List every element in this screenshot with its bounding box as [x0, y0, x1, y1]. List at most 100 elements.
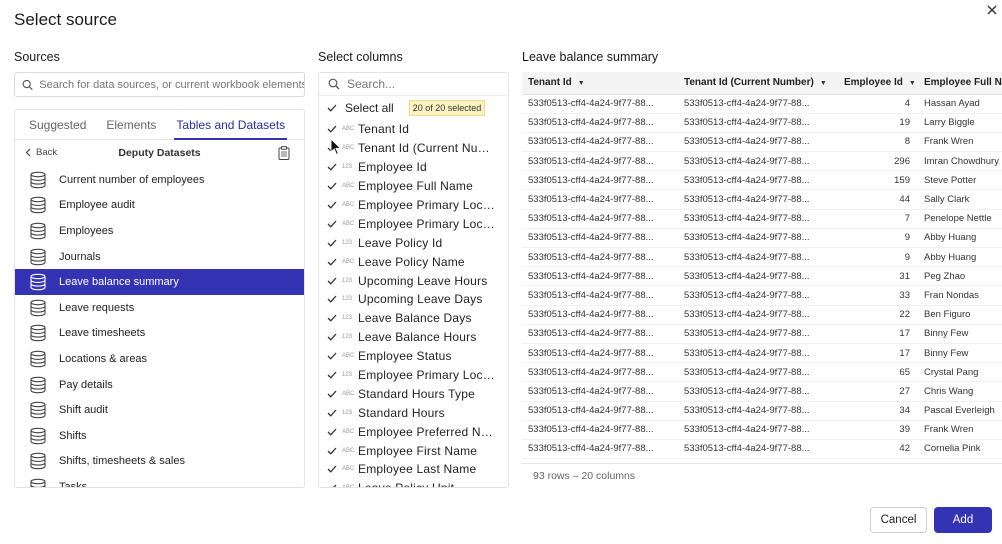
table-cell: 533f0513-cff4-4a24-9f77-88...: [678, 228, 838, 249]
column-item[interactable]: 123 Standard Hours: [319, 403, 508, 422]
table-cell: 533f0513-cff4-4a24-9f77-88...: [678, 247, 838, 268]
column-type-icon: ABC: [342, 466, 355, 473]
table-row: 533f0513-cff4-4a24-9f77-88... 533f0513-cf…: [522, 343, 1002, 364]
table-cell: 533f0513-cff4-4a24-9f77-88...: [678, 94, 838, 114]
check-icon: [327, 330, 337, 344]
dataset-item[interactable]: Employees: [15, 218, 304, 244]
add-button[interactable]: Add: [934, 507, 992, 533]
table-cell: 533f0513-cff4-4a24-9f77-88...: [678, 266, 838, 287]
column-header[interactable]: Tenant Id (Current Number) ▼: [678, 72, 838, 95]
dataset-item[interactable]: Leave timesheets: [15, 321, 304, 347]
column-item[interactable]: 123 Leave Balance Days: [319, 309, 508, 328]
dataset-item[interactable]: Shifts, timesheets & sales: [15, 449, 304, 475]
column-item[interactable]: 123 Upcoming Leave Days: [319, 290, 508, 309]
preview-heading: Leave balance summary: [522, 50, 659, 64]
column-item[interactable]: ABCLeave Policy Unit: [319, 479, 508, 487]
column-name: Employee Status: [358, 349, 452, 364]
table-cell: 34: [838, 401, 918, 421]
close-icon[interactable]: [984, 2, 1000, 18]
dataset-item[interactable]: Shifts: [15, 423, 304, 449]
dataset-item[interactable]: Current number of employees: [15, 167, 304, 193]
column-item[interactable]: ABC Employee Primary Location: [319, 214, 508, 233]
dataset-item[interactable]: Employee audit: [15, 193, 304, 219]
column-item[interactable]: ABC Leave Policy Name: [319, 252, 508, 271]
check-icon: [327, 406, 337, 420]
columns-search-input[interactable]: [347, 77, 497, 91]
column-item[interactable]: 123 Leave Balance Hours: [319, 328, 508, 347]
table-cell: 533f0513-cff4-4a24-9f77-88...: [678, 189, 838, 210]
check-icon: [327, 141, 337, 155]
source-tabs: Suggested Elements Tables and Datasets: [15, 110, 304, 140]
column-item[interactable]: ABC Employee Full Name: [319, 177, 508, 196]
column-item[interactable]: 123 Employee Id: [319, 158, 508, 177]
table-cell: 533f0513-cff4-4a24-9f77-88...: [678, 343, 838, 364]
dataset-item[interactable]: Leave balance summary: [15, 269, 304, 295]
table-cell: 533f0513-cff4-4a24-9f77-88...: [522, 305, 678, 325]
table-cell: Pascal Everleigh: [918, 401, 1002, 421]
dataset-item[interactable]: Journals: [15, 244, 304, 270]
column-type-icon: ABC: [342, 353, 355, 360]
cancel-button[interactable]: Cancel: [870, 507, 927, 533]
dataset-item[interactable]: Tasks: [15, 474, 304, 487]
chevron-left-icon: [25, 148, 31, 157]
column-item[interactable]: ABC Employee First Name: [319, 441, 508, 460]
column-item[interactable]: ABC Employee Preferred Name: [319, 422, 508, 441]
column-header[interactable]: Employee Full Name: [918, 72, 1002, 95]
caret-down-icon[interactable]: ▼: [578, 80, 585, 87]
check-icon: [327, 368, 337, 382]
table-row: 533f0513-cff4-4a24-9f77-88... 533f0513-cf…: [522, 439, 1002, 460]
table-cell: Binny Few: [918, 324, 1002, 344]
tab-tables-and-datasets[interactable]: Tables and Datasets: [168, 110, 293, 140]
column-item[interactable]: ABC Employee Status: [319, 347, 508, 366]
preview-table-container[interactable]: Tenant Id ▼ Tenant Id (Current Number) ▼ Emp…: [522, 72, 1002, 464]
table-cell: 533f0513-cff4-4a24-9f77-88...: [522, 401, 678, 421]
table-row: 533f0513-cff4-4a24-9f77-88... 533f0513-cf…: [522, 324, 1002, 344]
select-all-label: Select all: [345, 101, 394, 115]
dataset-item[interactable]: Locations & areas: [15, 346, 304, 372]
table-row: 533f0513-cff4-4a24-9f77-88... 533f0513-cf…: [522, 305, 1002, 325]
column-item[interactable]: ABC Employee Last Name: [319, 460, 508, 479]
tab-elements[interactable]: Elements: [98, 110, 164, 139]
sources-search-box[interactable]: [14, 72, 305, 97]
dataset-item[interactable]: Shift audit: [15, 397, 304, 423]
select-all-row[interactable]: Select all 20 of 20 selected: [319, 96, 508, 120]
column-item[interactable]: ABC Tenant Id (Current Number): [319, 139, 508, 158]
check-icon: [327, 179, 337, 193]
table-cell: 533f0513-cff4-4a24-9f77-88...: [522, 228, 678, 249]
table-cell: 533f0513-cff4-4a24-9f77-88...: [522, 170, 678, 191]
table-cell: Abby Huang: [918, 228, 1002, 249]
column-item[interactable]: ABC Standard Hours Type: [319, 384, 508, 403]
tab-suggested[interactable]: Suggested: [21, 110, 94, 139]
back-link[interactable]: Back: [25, 147, 57, 158]
column-item[interactable]: 123 Upcoming Leave Hours: [319, 271, 508, 290]
dataset-item-label: Shift audit: [59, 404, 108, 417]
check-icon: [327, 160, 337, 174]
column-type-icon: ABC: [342, 485, 358, 487]
table-cell: 533f0513-cff4-4a24-9f77-88...: [522, 209, 678, 229]
table-cell: 533f0513-cff4-4a24-9f77-88...: [678, 420, 838, 440]
column-name: Employee Full Name: [358, 179, 473, 194]
caret-down-icon[interactable]: ▼: [909, 80, 916, 87]
column-item[interactable]: 123 Leave Policy Id: [319, 233, 508, 252]
column-type-icon: ABC: [342, 220, 355, 227]
dataset-item[interactable]: Pay details: [15, 372, 304, 398]
column-header[interactable]: Tenant Id ▼: [522, 72, 678, 95]
clipboard-icon[interactable]: [278, 146, 290, 160]
dataset-item[interactable]: Leave requests: [15, 295, 304, 321]
column-item[interactable]: ABC Tenant Id: [319, 120, 508, 139]
column-header[interactable]: Employee Id ▼: [838, 72, 918, 95]
database-icon: [29, 401, 47, 419]
column-name: Upcoming Leave Hours: [358, 273, 488, 288]
table-cell: 4: [838, 94, 918, 114]
column-item[interactable]: 123 Employee Primary Location: [319, 366, 508, 385]
table-cell: 533f0513-cff4-4a24-9f77-88...: [522, 324, 678, 344]
table-cell: 296: [838, 151, 918, 172]
sources-heading: Sources: [14, 50, 60, 64]
table-cell: 22: [838, 305, 918, 325]
table-cell: 533f0513-cff4-4a24-9f77-88...: [678, 401, 838, 421]
column-item[interactable]: ABC Employee Primary Location: [319, 196, 508, 215]
dataset-item-label: Pay details: [59, 378, 113, 391]
caret-down-icon[interactable]: ▼: [820, 80, 827, 87]
columns-search-box[interactable]: [319, 73, 508, 96]
sources-search-input[interactable]: [39, 78, 304, 91]
